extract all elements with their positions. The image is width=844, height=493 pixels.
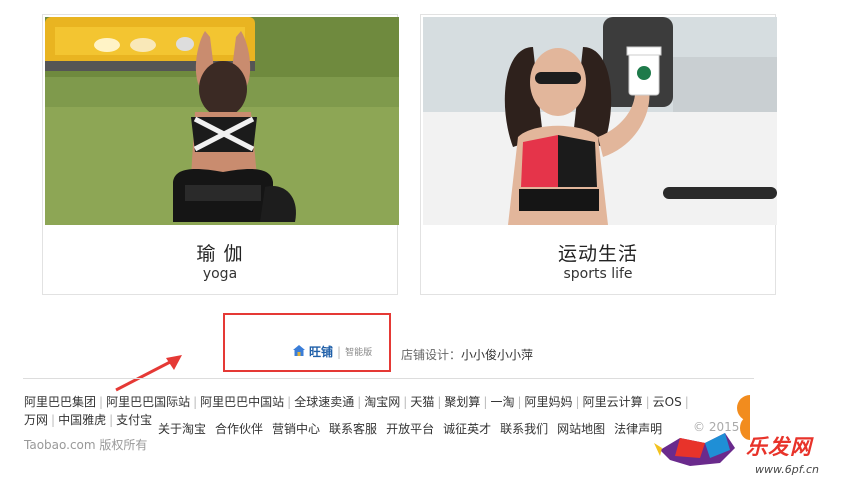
divider: | [483, 395, 488, 409]
footer-link[interactable]: 聚划算 [444, 395, 480, 409]
footer-links-group: 万网 | 中国雅虎 | 支付宝 [24, 411, 152, 428]
footer-links-group: 阿里巴巴集团 | 阿里巴巴国际站 | 阿里巴巴中国站 | 全球速卖通 | 淘宝网 | 天猫 | 聚划算 |… [24, 393, 692, 410]
divider: | [575, 395, 580, 409]
footer-link[interactable]: 联系我们 [500, 422, 548, 436]
divider: | [437, 395, 442, 409]
footer-link[interactable]: 网站地图 [557, 422, 605, 436]
divider: | [337, 344, 342, 359]
category-card-yoga[interactable]: 瑜 伽 yoga [42, 14, 399, 295]
footer-link[interactable]: 阿里云计算 [583, 395, 643, 409]
card-subtitle: sports life [563, 266, 633, 282]
category-card-sports-life[interactable]: 运动生活 sports life [420, 14, 777, 295]
footer-link[interactable]: 诚征英才 [443, 422, 491, 436]
footer-link[interactable]: 阿里妈妈 [525, 395, 573, 409]
footer-link[interactable]: 中国雅虎 [58, 413, 106, 427]
card-title: 瑜 伽 [196, 243, 244, 265]
watermark-logo-icon [654, 395, 750, 466]
divider: | [99, 395, 104, 409]
watermark-url: www.6pf.cn [755, 463, 819, 476]
footer-link[interactable]: 营销中心 [272, 422, 320, 436]
footer-link[interactable]: 开放平台 [386, 422, 434, 436]
wangpu-name: 旺铺 [309, 345, 334, 359]
watermark-brand: 乐发网 [746, 435, 812, 459]
footer-link[interactable]: 联系客服 [329, 422, 377, 436]
designer-name[interactable]: 小小俊小小萍 [461, 348, 533, 362]
footer-link[interactable]: 阿里巴巴集团 [24, 395, 96, 409]
footer-link[interactable]: 淘宝网 [364, 395, 400, 409]
footer-link[interactable]: 全球速卖通 [294, 395, 354, 409]
copyright: Taobao.com 版权所有 [24, 438, 148, 452]
sports-life-photo[interactable] [423, 17, 777, 225]
card-title: 运动生活 [557, 243, 638, 265]
footer-link[interactable]: 支付宝 [116, 413, 152, 427]
divider: | [51, 413, 56, 427]
yoga-photo[interactable] [45, 17, 399, 225]
divider: | [403, 395, 408, 409]
divider: | [517, 395, 522, 409]
footer-link[interactable]: 关于淘宝 [158, 422, 206, 436]
shop-designer: 店铺设计：小小俊小小萍 [401, 346, 533, 363]
card-subtitle: yoga [202, 266, 238, 282]
wangpu-logo[interactable]: 旺铺 | 智能版 [292, 343, 372, 360]
wangpu-highlight-box: 旺铺 | 智能版 [223, 313, 391, 372]
footer-link[interactable]: 合作伙伴 [215, 422, 263, 436]
footer-link[interactable]: 阿里巴巴中国站 [200, 395, 284, 409]
wangpu-version: 智能版 [345, 348, 373, 358]
annotation-arrow-icon [115, 355, 182, 392]
footer-link[interactable]: 阿里巴巴国际站 [106, 395, 190, 409]
divider: | [193, 395, 198, 409]
divider: | [109, 413, 114, 427]
house-icon [292, 344, 306, 360]
divider: | [287, 395, 292, 409]
footer-link[interactable]: 万网 [24, 413, 48, 427]
footer-links-group: 关于淘宝 合作伙伴 营销中心 联系客服 开放平台 诚征英才 联系我们 网站地图 法律声明 [158, 420, 671, 437]
footer-link[interactable]: 一淘 [490, 395, 514, 409]
divider: | [357, 395, 362, 409]
designer-label: 店铺设计： [401, 348, 462, 362]
footer-divider [23, 378, 754, 379]
footer-link[interactable]: 天猫 [410, 395, 434, 409]
